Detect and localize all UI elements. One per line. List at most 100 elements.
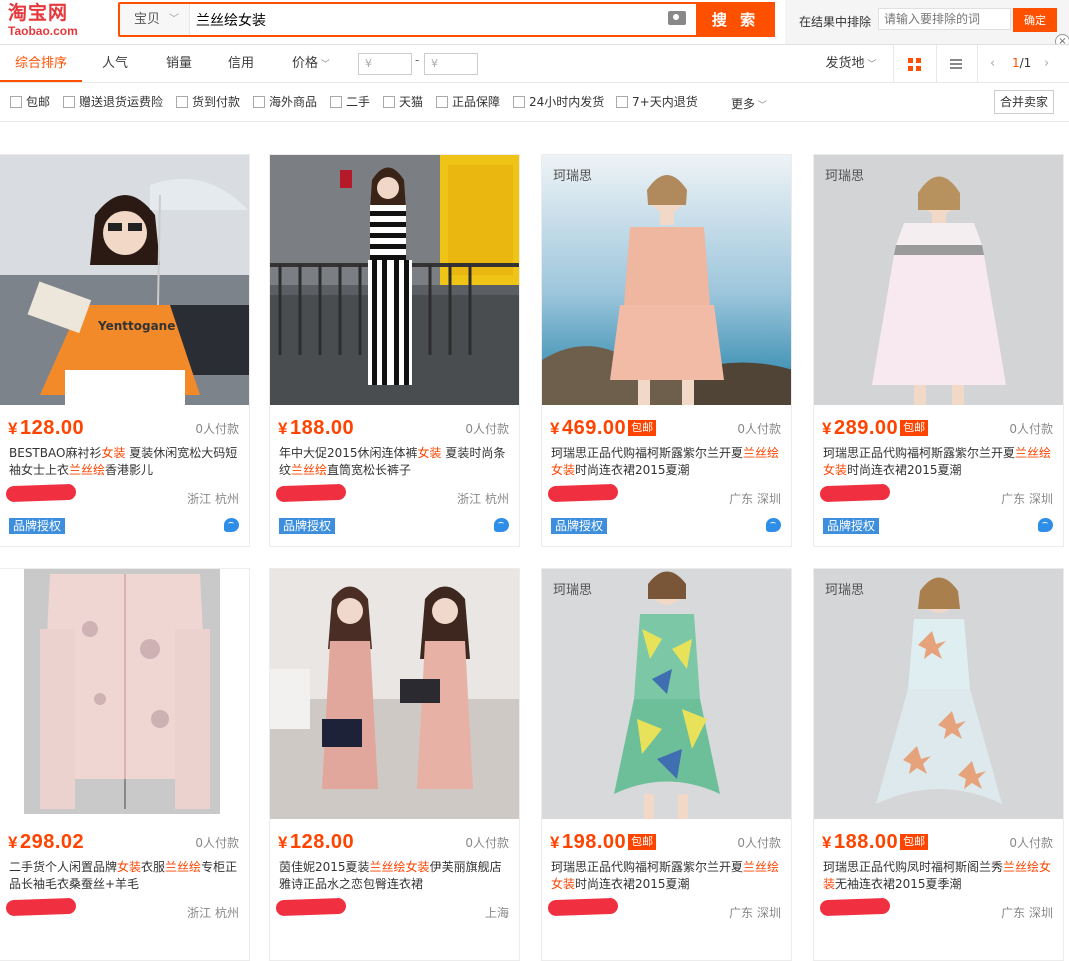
product-title-link[interactable]: 珂瑞思正品代购福柯斯露紫尔兰开夏兰丝绘女装时尚连衣裙2015夏潮: [823, 445, 1055, 479]
checkbox[interactable]: [10, 96, 22, 108]
filter-free-shipping[interactable]: 包邮: [10, 95, 50, 110]
product-image[interactable]: [0, 569, 249, 819]
redacted-shop-name[interactable]: [5, 483, 77, 503]
sort-sales[interactable]: 销量: [148, 45, 210, 82]
product-image[interactable]: 珂瑞思: [814, 155, 1063, 405]
taobao-logo[interactable]: 淘宝网 Taobao.com: [8, 2, 108, 38]
brand-authorized-badge[interactable]: 品牌授权: [9, 518, 66, 534]
filter-tmall[interactable]: 天猫: [383, 95, 423, 110]
filter-genuine[interactable]: 正品保障: [436, 95, 500, 110]
checkbox[interactable]: [253, 96, 265, 108]
brand-authorized-badge[interactable]: 品牌授权: [279, 518, 336, 534]
redacted-shop-name[interactable]: [547, 897, 619, 917]
exclude-confirm-button[interactable]: 确定: [1013, 8, 1057, 32]
brand-authorized-badge[interactable]: 品牌授权: [823, 518, 880, 534]
product-title-link[interactable]: 二手货个人闲置品牌女装衣服兰丝绘专柜正品长袖毛衣桑蚕丝+羊毛: [9, 859, 241, 893]
checkbox[interactable]: [383, 96, 395, 108]
product-title-link[interactable]: 年中大促2015休闲连体裤女装 夏装时尚条纹兰丝绘直筒宽松长裤子: [279, 445, 511, 479]
product-title-link[interactable]: 茵佳妮2015夏装兰丝绘女装伊芙丽旗舰店雅诗正品水之恋包臀连衣裙: [279, 859, 511, 893]
checkbox[interactable]: [436, 96, 448, 108]
filter-label: 货到付款: [192, 95, 241, 109]
divider: [977, 45, 978, 82]
product-card[interactable]: Yenttogane ¥128.00 0人付款 BESTBAO麻衬衫女装 夏装休闲宽…: [0, 154, 250, 547]
divider: [936, 45, 937, 82]
price-range-dash: -: [415, 53, 420, 67]
redacted-shop-name[interactable]: [819, 483, 891, 503]
filter-label: 海外商品: [269, 95, 318, 109]
camera-icon[interactable]: [668, 11, 686, 25]
paid-count: 0人付款: [737, 836, 781, 850]
pager-prev-icon[interactable]: ‹: [990, 45, 995, 82]
filter-cod[interactable]: 货到付款: [176, 95, 240, 110]
filter-secondhand[interactable]: 二手: [330, 95, 370, 110]
checkbox[interactable]: [330, 96, 342, 108]
sort-default[interactable]: 综合排序: [0, 45, 82, 82]
product-title-link[interactable]: 珂瑞思正品代购福柯斯露紫尔兰开夏兰丝绘女装时尚连衣裙2015夏潮: [551, 445, 783, 479]
product-image[interactable]: 珂瑞思: [814, 569, 1063, 819]
product-title-link[interactable]: 珂瑞思正品代购福柯斯露紫尔兰开夏兰丝绘女装时尚连衣裙2015夏潮: [551, 859, 783, 893]
wangwang-chat-icon[interactable]: [494, 518, 509, 532]
seller-location: 浙江 杭州: [457, 492, 509, 506]
filter-overseas[interactable]: 海外商品: [253, 95, 317, 110]
search-button[interactable]: 搜 索: [696, 2, 775, 37]
seller-location: 浙江 杭州: [187, 492, 239, 506]
product-image[interactable]: [270, 155, 519, 405]
product-card[interactable]: 珂瑞思 ¥198.00 包邮 0人付款 珂瑞思正品代购福柯斯露紫尔兰开夏兰丝绘女装时尚连…: [541, 568, 792, 961]
checkbox[interactable]: [513, 96, 525, 108]
filter-return-insurance[interactable]: 赠送退货运费险: [63, 95, 163, 110]
product-image[interactable]: 珂瑞思: [542, 155, 791, 405]
product-title-link[interactable]: 珂瑞思正品代购凤时福柯斯阁兰秀兰丝绘女装无袖连衣裙2015夏季潮: [823, 859, 1055, 893]
wangwang-chat-icon[interactable]: [766, 518, 781, 532]
search-type-dropdown[interactable]: 宝贝 ﹀: [120, 4, 190, 35]
brand-authorized-badge[interactable]: 品牌授权: [551, 518, 608, 534]
product-card[interactable]: ¥188.00 0人付款 年中大促2015休闲连体裤女装 夏装时尚条纹兰丝绘直筒宽松…: [269, 154, 520, 547]
search-input[interactable]: [192, 4, 662, 35]
product-card[interactable]: 珂瑞思 ¥188.00 包邮 0人付款 珂瑞思正品代购凤时福柯斯阁兰秀兰丝绘女装无袖连衣…: [813, 568, 1064, 961]
price-amount: 469.00: [561, 417, 627, 439]
sort-price[interactable]: 价格 ﹀: [280, 45, 342, 82]
grid-view-icon[interactable]: [908, 58, 921, 71]
product-title-link[interactable]: BESTBAO麻衬衫女装 夏装休闲宽松大码短袖女士上衣兰丝绘香港影儿: [9, 445, 241, 479]
brand-watermark: 珂瑞思: [825, 583, 865, 598]
product-card[interactable]: ¥128.00 0人付款 茵佳妮2015夏装兰丝绘女装伊芙丽旗舰店雅诗正品水之恋包臀…: [269, 568, 520, 961]
sort-popularity[interactable]: 人气: [82, 45, 148, 82]
product-image[interactable]: Yenttogane: [0, 155, 249, 405]
logo-chinese: 淘宝网: [8, 2, 69, 24]
price-amount: 198.00: [561, 831, 627, 853]
wangwang-chat-icon[interactable]: [224, 518, 239, 532]
ship-from-dropdown[interactable]: 发货地 ﹀: [818, 45, 884, 82]
currency-symbol: ¥: [278, 419, 288, 438]
seller-location: 广东 深圳: [1001, 492, 1053, 506]
exclude-input[interactable]: [878, 8, 1011, 30]
currency-symbol: ¥: [550, 833, 560, 852]
redacted-shop-name[interactable]: [819, 897, 891, 917]
pager-next-icon[interactable]: ›: [1044, 45, 1049, 82]
redacted-shop-name[interactable]: [547, 483, 619, 503]
checkbox[interactable]: [63, 96, 75, 108]
redacted-shop-name[interactable]: [275, 897, 347, 917]
product-image[interactable]: 珂瑞思: [542, 569, 791, 819]
filter-more-dropdown[interactable]: 更多 ﹀: [731, 95, 767, 112]
filter-24h-ship[interactable]: 24小时内发货: [513, 95, 604, 110]
pager-indicator: 1/1: [1012, 45, 1031, 82]
price-min-input[interactable]: ¥: [358, 53, 412, 75]
product-card[interactable]: 珂瑞思 ¥289.00 包邮 0人付款 珂瑞思正品代购福柯斯露紫尔兰开夏兰丝绘女装时尚连…: [813, 154, 1064, 547]
wangwang-chat-icon[interactable]: [1038, 518, 1053, 532]
product-card[interactable]: 珂瑞思 ¥469.00 包邮 0人付款 珂瑞思正品代购福柯斯露紫尔兰开夏兰丝绘女装时尚连…: [541, 154, 792, 547]
product-image[interactable]: [270, 569, 519, 819]
merge-sellers-button[interactable]: 合并卖家: [994, 90, 1054, 114]
chevron-down-icon: ﹀: [864, 60, 877, 70]
brand-watermark: 珂瑞思: [553, 169, 593, 184]
checkbox[interactable]: [176, 96, 188, 108]
filter-7day-return[interactable]: 7+天内退货: [616, 95, 698, 110]
product-card[interactable]: ¥298.02 0人付款 二手货个人闲置品牌女装衣服兰丝绘专柜正品长袖毛衣桑蚕丝+羊…: [0, 568, 250, 961]
redacted-shop-name[interactable]: [5, 897, 77, 917]
checkbox[interactable]: [616, 96, 628, 108]
top-header: 淘宝网 Taobao.com 宝贝 ﹀ 搜 索 在结果中排除 确定 ×: [0, 0, 1069, 49]
price-max-input[interactable]: ¥: [424, 53, 478, 75]
sort-credit[interactable]: 信用: [210, 45, 272, 82]
price-amount: 298.02: [19, 831, 85, 853]
redacted-shop-name[interactable]: [275, 483, 347, 503]
list-view-icon[interactable]: [950, 59, 962, 70]
seller-location: 上海: [484, 906, 509, 920]
